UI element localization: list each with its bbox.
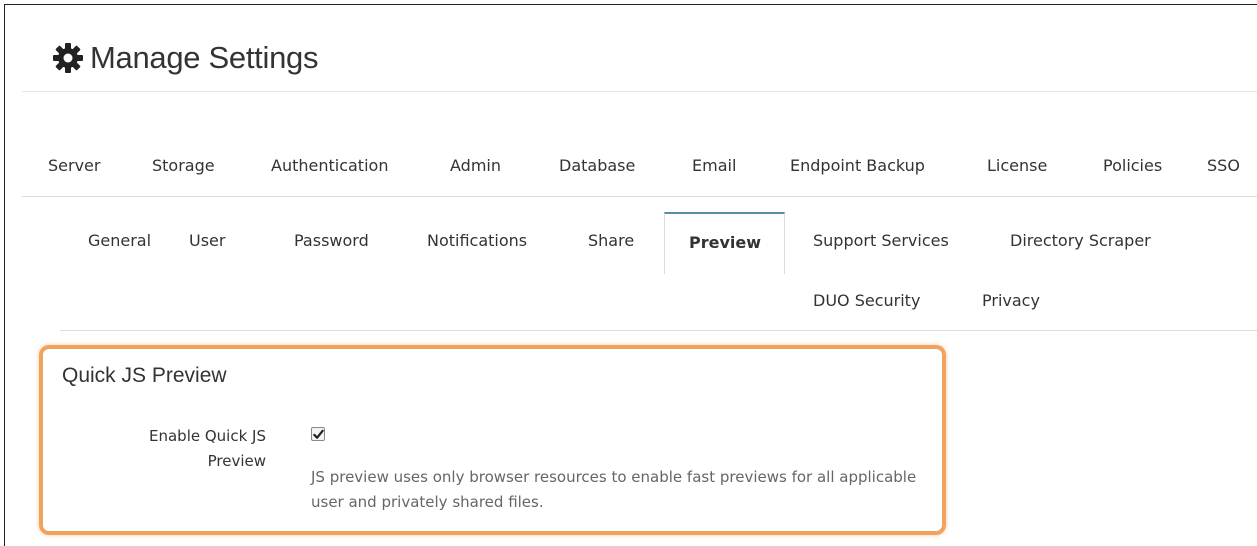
tab-database[interactable]: Database: [559, 156, 635, 175]
subtab-user[interactable]: User: [189, 231, 225, 250]
help-text: JS preview uses only browser resources t…: [311, 468, 917, 511]
subtab-password[interactable]: Password: [294, 231, 369, 250]
tab-admin[interactable]: Admin: [450, 156, 501, 175]
tab-server[interactable]: Server: [48, 156, 100, 175]
page-header: Manage Settings: [52, 36, 318, 80]
subtab-general[interactable]: General: [88, 231, 151, 250]
divider: [22, 196, 1257, 197]
subtab-privacy[interactable]: Privacy: [982, 291, 1040, 310]
tab-endpoint-backup[interactable]: Endpoint Backup: [790, 156, 925, 175]
checkmark-icon: [313, 429, 324, 439]
tab-policies[interactable]: Policies: [1103, 156, 1162, 175]
gear-icon: [53, 43, 83, 73]
subtab-notifications[interactable]: Notifications: [427, 231, 527, 250]
tab-authentication[interactable]: Authentication: [271, 156, 388, 175]
enable-quick-js-preview-checkbox[interactable]: [311, 427, 325, 441]
section-title: Quick JS Preview: [62, 364, 227, 387]
tab-sso[interactable]: SSO: [1207, 156, 1240, 175]
subtab-support-services[interactable]: Support Services: [813, 231, 949, 250]
enable-quick-js-preview-label: Enable Quick JS Preview: [149, 427, 266, 470]
tab-email[interactable]: Email: [692, 156, 736, 175]
main-tab-bar: Server Storage Authentication Admin Data…: [0, 148, 1257, 188]
divider: [60, 330, 1257, 331]
subtab-directory-scraper[interactable]: Directory Scraper: [1010, 231, 1151, 250]
page-title: Manage Settings: [90, 40, 319, 75]
tab-license[interactable]: License: [987, 156, 1047, 175]
subtab-duo-security[interactable]: DUO Security: [813, 291, 920, 310]
divider: [22, 91, 1257, 92]
sub-tab-bar: General User Password Notifications Shar…: [0, 212, 1257, 332]
subtab-share[interactable]: Share: [588, 231, 634, 250]
tab-storage[interactable]: Storage: [152, 156, 215, 175]
